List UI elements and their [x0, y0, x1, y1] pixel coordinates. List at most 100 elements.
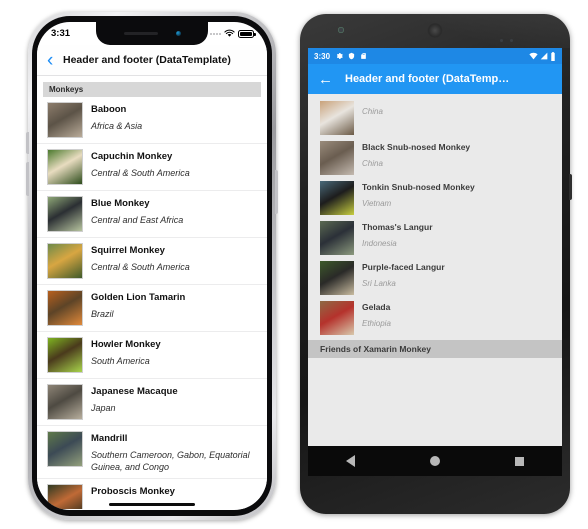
list-item-name: Squirrel Monkey	[91, 245, 165, 256]
iphone-device-frame: 3:31 ‹ Header and footer (DataTemplate)	[26, 12, 278, 520]
golden-snub-nosed-monkey-thumbnail	[320, 101, 354, 135]
front-camera-icon	[338, 27, 344, 33]
list-item-text: Proboscis Monkey	[91, 484, 259, 502]
iphone-screen: 3:31 ‹ Header and footer (DataTemplate)	[37, 22, 267, 510]
list-item-name: Baboon	[91, 104, 127, 115]
list-item-location: Central & South America	[91, 262, 190, 272]
list-item-text: Squirrel Monkey Central & South America	[91, 243, 259, 273]
list-item-location: Brazil	[91, 309, 114, 319]
list-item-name: Tonkin Snub-nosed Monkey	[362, 182, 475, 192]
ios-navigation-bar: ‹ Header and footer (DataTemplate)	[37, 45, 267, 76]
list-item-text: Blue Monkey Central and East Africa	[91, 196, 259, 226]
device-gloss	[421, 14, 570, 48]
list-item-name: Mandrill	[91, 433, 128, 444]
android-collection-view[interactable]: China Black Snub-nosed Monkey China Tonkin …	[308, 94, 562, 446]
list-item-location: Central and East Africa	[91, 215, 184, 225]
japanese-macaque-thumbnail	[47, 384, 83, 420]
list-item-location: China	[362, 107, 383, 116]
list-item-text: Japanese Macaque Japan	[91, 384, 259, 414]
iphone-power-button[interactable]	[275, 170, 278, 214]
gear-icon	[336, 53, 343, 59]
list-item-name: Thomas's Langur	[362, 222, 433, 232]
list-item-text: China	[362, 101, 552, 117]
home-indicator[interactable]	[109, 503, 195, 506]
list-item[interactable]: Howler Monkey South America	[37, 332, 267, 379]
list-item-name: Howler Monkey	[91, 339, 161, 350]
list-item-name: Blue Monkey	[91, 198, 150, 209]
list-item-location: Vietnam	[362, 199, 392, 208]
list-item-location: Sri Lanka	[362, 279, 396, 288]
android-status-time: 3:30	[314, 51, 331, 61]
nav-home-circle-icon[interactable]	[429, 456, 440, 466]
earpiece-speaker-icon	[427, 23, 443, 38]
iphone-bezel: 3:31 ‹ Header and footer (DataTemplate)	[32, 16, 272, 516]
list-item-name: Purple-faced Langur	[362, 262, 445, 272]
chevron-left-icon[interactable]: ‹	[47, 51, 63, 70]
android-screen: 3:30 ← Header and footer (DataTemp… Chin…	[308, 48, 562, 446]
android-power-button[interactable]	[569, 174, 572, 200]
list-item-text: Golden Lion Tamarin Brazil	[91, 290, 259, 320]
android-list-rows: China Black Snub-nosed Monkey China Tonkin …	[308, 98, 562, 338]
list-item-location: Africa & Asia	[91, 121, 143, 131]
front-camera-icon	[175, 31, 181, 36]
list-item[interactable]: China	[308, 98, 562, 138]
list-item[interactable]: Baboon Africa & Asia	[37, 97, 267, 144]
list-item-text: Thomas's Langur Indonesia	[362, 221, 552, 249]
cellular-dots-icon	[210, 32, 221, 35]
black-snub-nosed-monkey-thumbnail	[320, 141, 354, 175]
list-item[interactable]: Mandrill Southern Cameroon, Gabon, Equato…	[37, 426, 267, 479]
list-item[interactable]: Purple-faced Langur Sri Lanka	[308, 258, 562, 298]
proboscis-monkey-thumbnail	[47, 484, 83, 509]
list-item-name: Capuchin Monkey	[91, 151, 173, 162]
nav-back-triangle-icon[interactable]	[345, 455, 355, 467]
iphone-notch	[96, 22, 208, 45]
wifi-icon	[529, 52, 538, 60]
android-status-right	[529, 51, 556, 61]
list-item-name: Golden Lion Tamarin	[91, 292, 186, 303]
arrow-left-icon[interactable]: ←	[318, 72, 333, 87]
list-item-location: Southern Cameroon, Gabon, Equatorial Gui…	[91, 450, 250, 472]
list-item[interactable]: Blue Monkey Central and East Africa	[37, 191, 267, 238]
list-item-text: Howler Monkey South America	[91, 337, 259, 367]
battery-icon	[238, 29, 256, 38]
list-item-location: South America	[91, 356, 150, 366]
blue-monkey-thumbnail	[47, 196, 83, 232]
android-navigation-bar	[308, 446, 562, 476]
list-footer: Friends of Xamarin Monkey	[308, 340, 562, 358]
sd-card-icon	[361, 53, 366, 59]
list-group-header: Monkeys	[43, 82, 261, 97]
baboon-thumbnail	[47, 102, 83, 138]
android-device-top	[300, 14, 570, 48]
ios-status-icons	[210, 29, 256, 38]
golden-lion-tamarin-thumbnail	[47, 290, 83, 326]
gelada-thumbnail	[320, 301, 354, 335]
page-title: Header and footer (DataTemplate)	[63, 54, 231, 66]
proximity-sensor-icon	[500, 29, 522, 42]
squirrel-monkey-thumbnail	[47, 243, 83, 279]
list-item-text: Gelada Ethiopia	[362, 301, 552, 329]
list-item[interactable]: Gelada Ethiopia	[308, 298, 562, 338]
thomass-langur-thumbnail	[320, 221, 354, 255]
nav-recents-square-icon[interactable]	[515, 456, 525, 466]
list-item-name: Gelada	[362, 302, 391, 312]
list-item-text: Baboon Africa & Asia	[91, 102, 259, 132]
howler-monkey-thumbnail	[47, 337, 83, 373]
list-item[interactable]: Golden Lion Tamarin Brazil	[37, 285, 267, 332]
iphone-volume-up-button[interactable]	[26, 132, 29, 154]
list-item[interactable]: Squirrel Monkey Central & South America	[37, 238, 267, 285]
earpiece-speaker-icon	[123, 32, 158, 35]
list-item-name: Black Snub-nosed Monkey	[362, 142, 471, 152]
list-item-text: Tonkin Snub-nosed Monkey Vietnam	[362, 181, 552, 209]
list-item[interactable]: Thomas's Langur Indonesia	[308, 218, 562, 258]
iphone-volume-down-button[interactable]	[26, 162, 29, 196]
list-item[interactable]: Tonkin Snub-nosed Monkey Vietnam	[308, 178, 562, 218]
ios-collection-view[interactable]: Monkeys Baboon Africa & Asia Capuchin Monk…	[37, 76, 267, 509]
tonkin-snub-nosed-monkey-thumbnail	[320, 181, 354, 215]
list-item[interactable]: Capuchin Monkey Central & South America	[37, 144, 267, 191]
screenshot-stage: 3:31 ‹ Header and footer (DataTemplate)	[0, 0, 588, 529]
list-item-text: Purple-faced Langur Sri Lanka	[362, 261, 552, 289]
list-item-location: Ethiopia	[362, 319, 391, 328]
list-item[interactable]: Black Snub-nosed Monkey China	[308, 138, 562, 178]
list-item-text: Mandrill Southern Cameroon, Gabon, Equato…	[91, 431, 259, 473]
list-item[interactable]: Japanese Macaque Japan	[37, 379, 267, 426]
